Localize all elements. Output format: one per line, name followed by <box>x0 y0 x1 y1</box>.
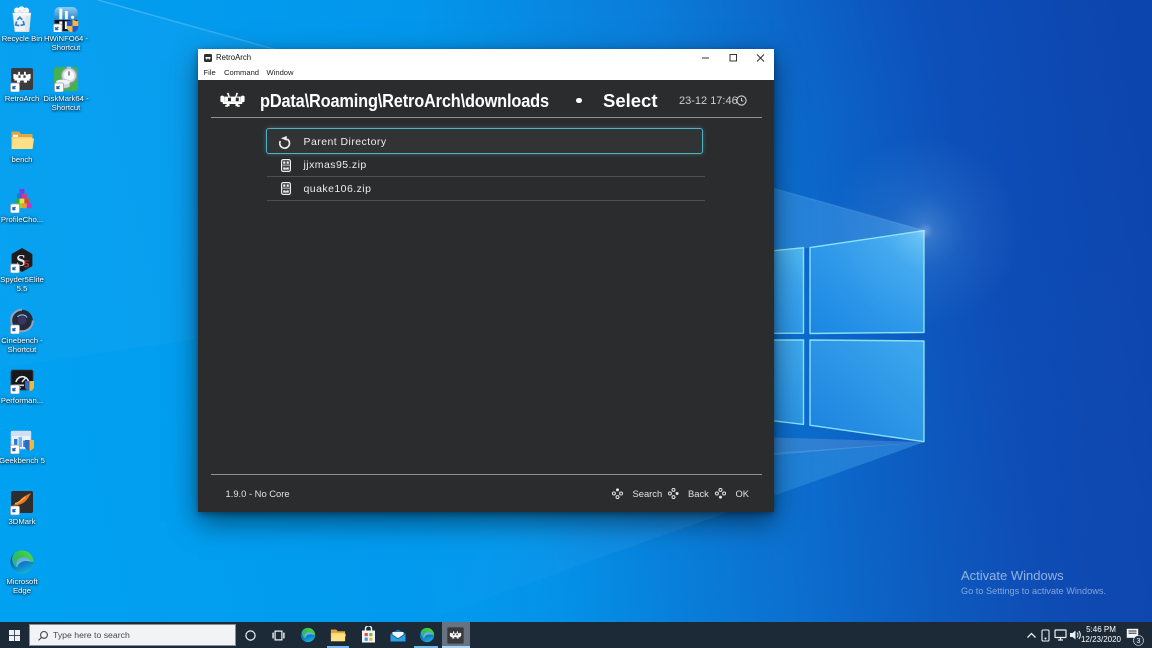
svg-text:5: 5 <box>24 260 30 271</box>
svg-text:3: 3 <box>1136 638 1140 645</box>
